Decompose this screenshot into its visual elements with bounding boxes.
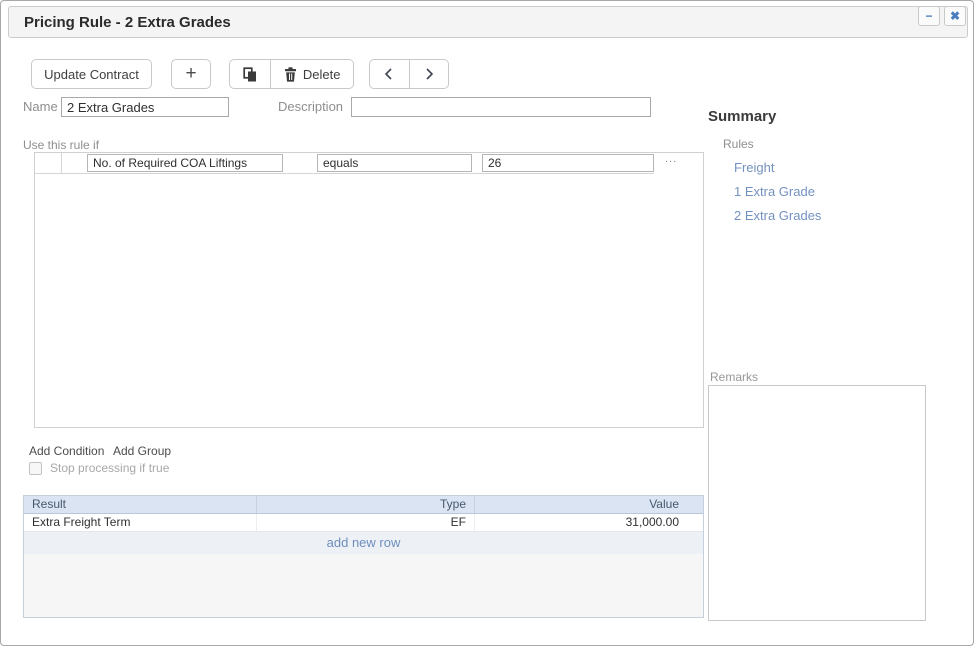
prev-next-button-group	[369, 59, 449, 89]
condition-row-handle[interactable]	[35, 153, 62, 173]
trash-icon	[284, 67, 297, 82]
name-label: Name	[23, 97, 58, 117]
header-type: Type	[257, 496, 475, 513]
cell-result: Extra Freight Term	[24, 514, 257, 531]
previous-rule-button[interactable]	[370, 60, 409, 88]
summary-heading: Summary	[708, 108, 776, 125]
stop-processing-label: Stop processing if true	[50, 461, 169, 475]
cell-type: EF	[257, 514, 475, 531]
results-table-header: Result Type Value	[24, 496, 703, 514]
add-group-link[interactable]: Add Group	[113, 444, 171, 458]
rule-link-2-extra-grades[interactable]: 2 Extra Grades	[734, 208, 821, 223]
remarks-textarea[interactable]	[708, 385, 926, 621]
next-rule-button[interactable]	[409, 60, 448, 88]
condition-operator-input[interactable]	[317, 154, 472, 172]
window-controls: − ✖	[918, 6, 966, 26]
title-bar: Pricing Rule - 2 Extra Grades	[8, 6, 968, 38]
copy-delete-button-group: Delete	[229, 59, 354, 89]
rule-link-freight[interactable]: Freight	[734, 160, 774, 175]
description-label: Description	[278, 97, 343, 117]
rule-conditions-panel: ...	[34, 152, 704, 428]
remarks-label: Remarks	[710, 370, 758, 384]
add-new-row-link[interactable]: add new row	[327, 535, 401, 550]
close-button[interactable]: ✖	[944, 6, 966, 26]
update-contract-button[interactable]: Update Contract	[31, 59, 152, 89]
stop-processing-checkbox[interactable]	[29, 462, 42, 475]
add-rule-button[interactable]: +	[171, 59, 211, 89]
description-input[interactable]	[351, 97, 651, 117]
condition-value-input[interactable]	[482, 154, 654, 172]
header-value: Value	[475, 496, 703, 513]
chevron-left-icon	[383, 67, 395, 81]
table-empty-area	[24, 554, 703, 617]
table-row[interactable]: Extra Freight Term EF 31,000.00	[24, 514, 703, 532]
results-table: Result Type Value Extra Freight Term EF …	[23, 495, 704, 618]
cell-value: 31,000.00	[475, 514, 703, 531]
pricing-rule-window: Pricing Rule - 2 Extra Grades − ✖ Update…	[0, 0, 974, 646]
header-result: Result	[24, 496, 257, 513]
minimize-button[interactable]: −	[918, 6, 940, 26]
name-input[interactable]	[61, 97, 229, 117]
delete-button[interactable]: Delete	[270, 60, 353, 88]
copy-button[interactable]	[230, 60, 270, 88]
delete-button-label: Delete	[303, 67, 341, 82]
copy-icon	[243, 67, 257, 82]
condition-field-input[interactable]	[87, 154, 283, 172]
window-title: Pricing Rule - 2 Extra Grades	[24, 14, 231, 31]
rules-label: Rules	[723, 137, 754, 151]
add-condition-link[interactable]: Add Condition	[29, 444, 104, 458]
add-new-row-bar: add new row	[24, 532, 703, 554]
condition-row	[35, 153, 654, 174]
rule-link-1-extra-grade[interactable]: 1 Extra Grade	[734, 184, 815, 199]
condition-more-button[interactable]: ...	[665, 153, 677, 165]
chevron-right-icon	[423, 67, 435, 81]
